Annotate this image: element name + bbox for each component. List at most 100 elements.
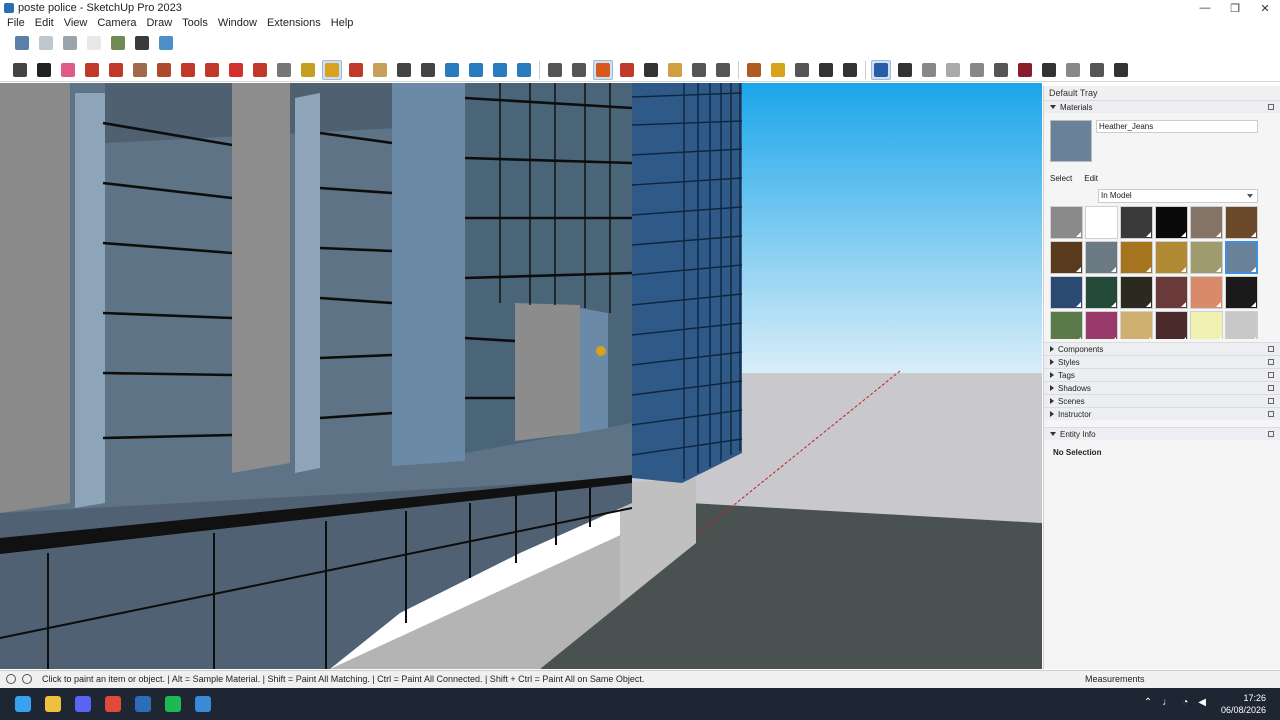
extension-warehouse-button[interactable]	[617, 60, 637, 80]
menu-file[interactable]: File	[2, 17, 30, 29]
tray-section-components[interactable]: Components	[1044, 342, 1280, 355]
material-swatch[interactable]	[1225, 276, 1258, 309]
material-swatch[interactable]	[1085, 311, 1118, 339]
offset-tool-button[interactable]	[178, 60, 198, 80]
windows-start-taskbar-button[interactable]	[12, 693, 34, 715]
user-button[interactable]	[840, 60, 860, 80]
tray-section-scenes[interactable]: Scenes	[1044, 394, 1280, 407]
video-button[interactable]	[943, 60, 963, 80]
photo-texture-button[interactable]	[665, 60, 685, 80]
material-swatch[interactable]	[1225, 241, 1258, 274]
material-swatch[interactable]	[1050, 311, 1083, 339]
xray-style-button[interactable]	[156, 33, 176, 53]
chrome-taskbar-button[interactable]	[102, 693, 124, 715]
zoom-window-button[interactable]	[418, 60, 438, 80]
trimble-connect-button[interactable]	[713, 60, 733, 80]
material-swatch[interactable]	[1050, 241, 1083, 274]
rotate-tool-button[interactable]	[226, 60, 246, 80]
network-icon[interactable]: ◔	[1182, 697, 1188, 708]
material-swatch[interactable]	[1120, 311, 1153, 339]
warehouse-button[interactable]	[569, 60, 589, 80]
plugin-button[interactable]	[1015, 60, 1035, 80]
iso-view-button[interactable]	[12, 33, 32, 53]
chevron-up-icon[interactable]: ⌃	[1144, 697, 1152, 708]
account-button[interactable]	[545, 60, 565, 80]
material-swatch[interactable]	[1225, 311, 1258, 339]
close-icon[interactable]	[1268, 431, 1274, 437]
select-tool-button[interactable]	[34, 60, 54, 80]
match-photo-button[interactable]	[689, 60, 709, 80]
material-swatch[interactable]	[1190, 311, 1223, 339]
material-name-field[interactable]: Heather_Jeans	[1096, 120, 1258, 133]
shaded-style-button[interactable]	[84, 33, 104, 53]
close-icon[interactable]	[1268, 411, 1274, 417]
line-tool-button[interactable]	[82, 60, 102, 80]
tray-section-shadows[interactable]: Shadows	[1044, 381, 1280, 394]
file-explorer-taskbar-button[interactable]	[42, 693, 64, 715]
menu-draw[interactable]: Draw	[141, 17, 177, 29]
material-swatch[interactable]	[1120, 276, 1153, 309]
material-swatch[interactable]	[1190, 206, 1223, 239]
bulb-button[interactable]	[1087, 60, 1107, 80]
tab-select[interactable]: Select	[1050, 174, 1072, 183]
play-button[interactable]	[895, 60, 915, 80]
material-swatch[interactable]	[1050, 276, 1083, 309]
active-extension-button[interactable]	[871, 59, 891, 80]
maximize-button[interactable]: ❐	[1220, 0, 1250, 16]
store-button[interactable]	[816, 60, 836, 80]
info-button[interactable]	[792, 60, 812, 80]
microphone-icon[interactable]: ♩	[1162, 697, 1172, 708]
close-icon[interactable]	[1268, 346, 1274, 352]
solid-tools-button[interactable]	[514, 60, 534, 80]
tray-section-styles[interactable]: Styles	[1044, 355, 1280, 368]
model-viewport[interactable]	[0, 83, 1042, 669]
close-icon[interactable]	[1268, 104, 1274, 110]
settings-button[interactable]	[991, 60, 1011, 80]
material-swatch[interactable]	[1120, 241, 1153, 274]
orbit-tool-button[interactable]	[346, 60, 366, 80]
menu-view[interactable]: View	[59, 17, 93, 29]
material-swatch[interactable]	[1190, 241, 1223, 274]
menu-tools[interactable]: Tools	[177, 17, 213, 29]
library-select[interactable]: In Model	[1098, 189, 1258, 203]
minimize-button[interactable]: —	[1190, 0, 1220, 16]
folder-button[interactable]	[768, 60, 788, 80]
menu-window[interactable]: Window	[213, 17, 262, 29]
volume-icon[interactable]: ◀	[1198, 697, 1206, 708]
material-swatch[interactable]	[1155, 311, 1188, 339]
textured-style-button[interactable]	[108, 33, 128, 53]
rectangle-tool-button[interactable]	[130, 60, 150, 80]
material-swatch[interactable]	[1155, 241, 1188, 274]
lightning-button[interactable]	[1039, 60, 1059, 80]
tape-measure-button[interactable]	[298, 60, 318, 80]
zoom-extents-button[interactable]	[10, 60, 30, 80]
stop-button[interactable]	[919, 60, 939, 80]
paint-bucket-button[interactable]	[322, 59, 342, 80]
material-swatch[interactable]	[1085, 276, 1118, 309]
arc-tool-button[interactable]	[106, 60, 126, 80]
pen-button[interactable]	[1111, 60, 1131, 80]
record-button[interactable]	[967, 60, 987, 80]
move-tool-button[interactable]	[202, 60, 222, 80]
follow-me-tool-button[interactable]	[274, 60, 294, 80]
scale-tool-button[interactable]	[250, 60, 270, 80]
sandbox-button[interactable]	[466, 60, 486, 80]
close-icon[interactable]	[1268, 398, 1274, 404]
entity-info-header[interactable]: Entity Info	[1044, 427, 1280, 440]
zoom-tool-button[interactable]	[394, 60, 414, 80]
push-pull-tool-button[interactable]	[154, 60, 174, 80]
wireframe-style-button[interactable]	[36, 33, 56, 53]
material-swatch[interactable]	[1085, 241, 1118, 274]
eraser-tool-button[interactable]	[58, 60, 78, 80]
menu-extensions[interactable]: Extensions	[262, 17, 326, 29]
material-swatch[interactable]	[1190, 276, 1223, 309]
material-swatch[interactable]	[1120, 206, 1153, 239]
info-icon[interactable]	[22, 674, 32, 684]
materials-header[interactable]: Materials	[1044, 100, 1280, 113]
sketchup-active-taskbar-button[interactable]	[192, 693, 214, 715]
tray-section-tags[interactable]: Tags	[1044, 368, 1280, 381]
pan-tool-button[interactable]	[370, 60, 390, 80]
material-swatch[interactable]	[1225, 206, 1258, 239]
material-swatch[interactable]	[1085, 206, 1118, 239]
add-location-button[interactable]	[641, 60, 661, 80]
